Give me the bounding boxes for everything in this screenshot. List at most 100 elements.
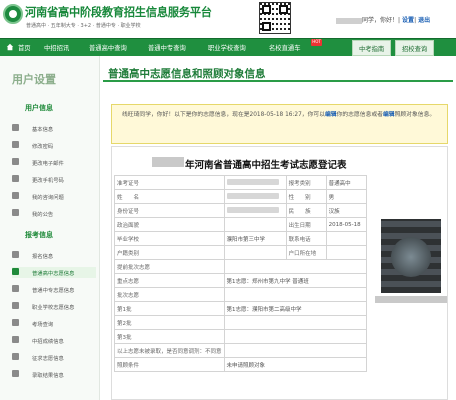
table-row: 重点志愿 第1志愿：郑州市第九中学 普通班 bbox=[114, 273, 368, 288]
announcement-icon bbox=[12, 209, 19, 216]
nav-item-vocational[interactable]: 职业学校查询 bbox=[208, 43, 246, 52]
row-value bbox=[223, 203, 287, 218]
settings-link[interactable]: 设置 bbox=[402, 17, 414, 24]
sidebar-item-announcements[interactable]: 我的公告 bbox=[12, 208, 96, 219]
document-icon bbox=[12, 353, 19, 360]
row-label: 提前批次志愿 bbox=[114, 259, 225, 274]
registration-form: 年河南省普通高中招生考试志愿登记表 准考证号 报考类别 普通高中姓 名 性 别男身份证… bbox=[111, 146, 448, 400]
school-icon bbox=[12, 285, 19, 292]
table-row: 毕业学校 濮阳市第三中学 联系电话 bbox=[114, 231, 368, 246]
row-label: 以上志愿未被录取，是否同意调剂：不同意 bbox=[114, 343, 225, 358]
row-value: 2018-05-18 bbox=[325, 217, 368, 232]
edit-wish-link[interactable]: 编辑 bbox=[325, 112, 337, 118]
row-value bbox=[325, 231, 368, 246]
greeting-text: 同学，你好！ bbox=[362, 17, 399, 24]
table-row: 照顾条件 未申请照顾对象 bbox=[114, 357, 368, 372]
row-value bbox=[223, 329, 368, 344]
nav-item-tech-school[interactable]: 普通中专查询 bbox=[148, 43, 186, 52]
nav-item-guide[interactable]: 中考指南 bbox=[352, 40, 392, 56]
row-value: 男 bbox=[325, 189, 368, 204]
hot-badge: HOT bbox=[311, 39, 322, 46]
sidebar-item-registration[interactable]: 报名信息 bbox=[12, 250, 96, 261]
row-label: 报考类别 bbox=[285, 175, 327, 190]
sidebar-item-password[interactable]: 修改密码 bbox=[12, 140, 96, 151]
sidebar-item-questions[interactable]: 我的咨询问题 bbox=[12, 191, 96, 202]
row-label: 重点志愿 bbox=[114, 273, 225, 288]
sidebar-item-vocational-wish[interactable]: 职业学校志愿信息 bbox=[12, 301, 96, 312]
row-label: 姓 名 bbox=[114, 189, 225, 204]
score-icon bbox=[12, 336, 19, 343]
sidebar-item-admission[interactable]: 录取结果信息 bbox=[12, 369, 96, 380]
table-row: 批次志愿 bbox=[114, 287, 368, 302]
sidebar-item-score[interactable]: 中招成绩信息 bbox=[12, 335, 96, 346]
sidebar-item-tech-wish[interactable]: 普通中专志愿信息 bbox=[12, 284, 96, 295]
row-value bbox=[223, 217, 287, 232]
sidebar-item-basic-info[interactable]: 基本信息 bbox=[12, 123, 96, 134]
user-icon bbox=[12, 124, 19, 131]
row-value bbox=[223, 259, 368, 274]
row-value: 第1志愿：濮阳市第二高级中学 bbox=[223, 301, 368, 316]
notice-text: 线旺琦同学，你好！以下是你的志愿信息，现在是2018-05-18 16:27，你… bbox=[122, 112, 436, 118]
table-row: 姓 名 性 别男 bbox=[114, 189, 368, 204]
nav-item-high-school[interactable]: 普通高中查询 bbox=[89, 43, 127, 52]
nav-item-news[interactable]: 中招招讯 bbox=[44, 43, 69, 52]
qr-code-image bbox=[259, 2, 291, 34]
mail-icon bbox=[12, 158, 19, 165]
site-title[interactable]: 河南省高中阶段教育招生信息服务平台 bbox=[25, 4, 212, 20]
row-value: 第1志愿：郑州市第九中学 普通班 bbox=[223, 273, 368, 288]
logout-link[interactable]: 退出 bbox=[418, 17, 430, 24]
form-title: 年河南省普通高中招生考试志愿登记表 bbox=[152, 157, 347, 171]
edit-care-link[interactable]: 编辑 bbox=[383, 112, 395, 118]
sidebar-item-exam-room[interactable]: 考场查询 bbox=[12, 318, 96, 329]
row-value: 汉族 bbox=[325, 203, 368, 218]
row-label: 第1批 bbox=[114, 301, 225, 316]
nav-item-school-search[interactable]: 招校查询 bbox=[395, 40, 435, 56]
sidebar-section-user: 用户信息 bbox=[25, 104, 53, 112]
row-label: 第3批 bbox=[114, 329, 225, 344]
row-label: 毕业学校 bbox=[114, 231, 225, 246]
school-icon bbox=[12, 302, 19, 309]
row-label: 身份证号 bbox=[114, 203, 225, 218]
row-label: 民 族 bbox=[285, 203, 327, 218]
sidebar-item-solicit[interactable]: 征求志愿信息 bbox=[12, 352, 96, 363]
result-icon bbox=[12, 370, 19, 377]
blurred-value bbox=[226, 206, 279, 213]
school-icon bbox=[12, 268, 19, 275]
nav-item-home[interactable]: 首页 bbox=[18, 43, 31, 52]
student-photo bbox=[381, 219, 441, 293]
page-title: 普通高中志愿信息和照顾对象信息 bbox=[108, 68, 266, 80]
sidebar-item-high-school-wish[interactable]: 普通高中志愿信息 bbox=[12, 267, 96, 278]
site-logo[interactable] bbox=[3, 4, 23, 24]
registration-icon bbox=[12, 251, 19, 258]
lock-icon bbox=[12, 141, 19, 148]
row-value: 普通高中 bbox=[325, 175, 368, 190]
user-greeting: 同学，你好！| 设置| 退出 bbox=[336, 15, 430, 24]
table-row: 提前批次志愿 bbox=[114, 259, 368, 274]
table-row: 户籍类别 户口所在地 bbox=[114, 245, 368, 260]
row-label: 批次志愿 bbox=[114, 287, 225, 302]
row-label: 政治面貌 bbox=[114, 217, 225, 232]
row-value bbox=[223, 245, 287, 260]
table-row: 第2批 bbox=[114, 315, 368, 330]
phone-icon bbox=[12, 175, 19, 182]
row-label: 户籍类别 bbox=[114, 245, 225, 260]
table-row: 第3批 bbox=[114, 329, 368, 344]
form-table: 准考证号 报考类别 普通高中姓 名 性 别男身份证号 民 族汉族 政治面貌 出生日期 2018… bbox=[114, 175, 368, 372]
main-nav: 首页 中招招讯 普通高中查询 普通中专查询 职业学校查询 名校直通车 中考指南 … bbox=[0, 38, 456, 56]
row-label: 户口所在地 bbox=[285, 245, 327, 260]
row-value: 未申请照顾对象 bbox=[223, 357, 368, 372]
notice-box: 线旺琦同学，你好！以下是你的志愿信息，现在是2018-05-18 16:27，你… bbox=[111, 104, 448, 144]
row-label: 准考证号 bbox=[114, 175, 225, 190]
table-row: 身份证号 民 族汉族 bbox=[114, 203, 368, 218]
row-label: 照顾条件 bbox=[114, 357, 225, 372]
main-content: 普通高中志愿信息和照顾对象信息 线旺琦同学，你好！以下是你的志愿信息，现在是20… bbox=[101, 58, 456, 400]
table-row: 第1批 第1志愿：濮阳市第二高级中学 bbox=[114, 301, 368, 316]
row-value bbox=[223, 287, 368, 302]
nav-item-famous[interactable]: 名校直通车 bbox=[269, 43, 300, 52]
sidebar-title: 用户设置 bbox=[12, 73, 56, 86]
row-value bbox=[223, 175, 287, 190]
row-value bbox=[223, 343, 368, 358]
site-header: 河南省高中阶段教育招生信息服务平台 普通高中 · 五年制大专 · 3+2 · 普… bbox=[0, 0, 456, 38]
sidebar-item-phone[interactable]: 更改手机号码 bbox=[12, 174, 96, 185]
sidebar-item-email[interactable]: 更改电子邮件 bbox=[12, 157, 96, 168]
